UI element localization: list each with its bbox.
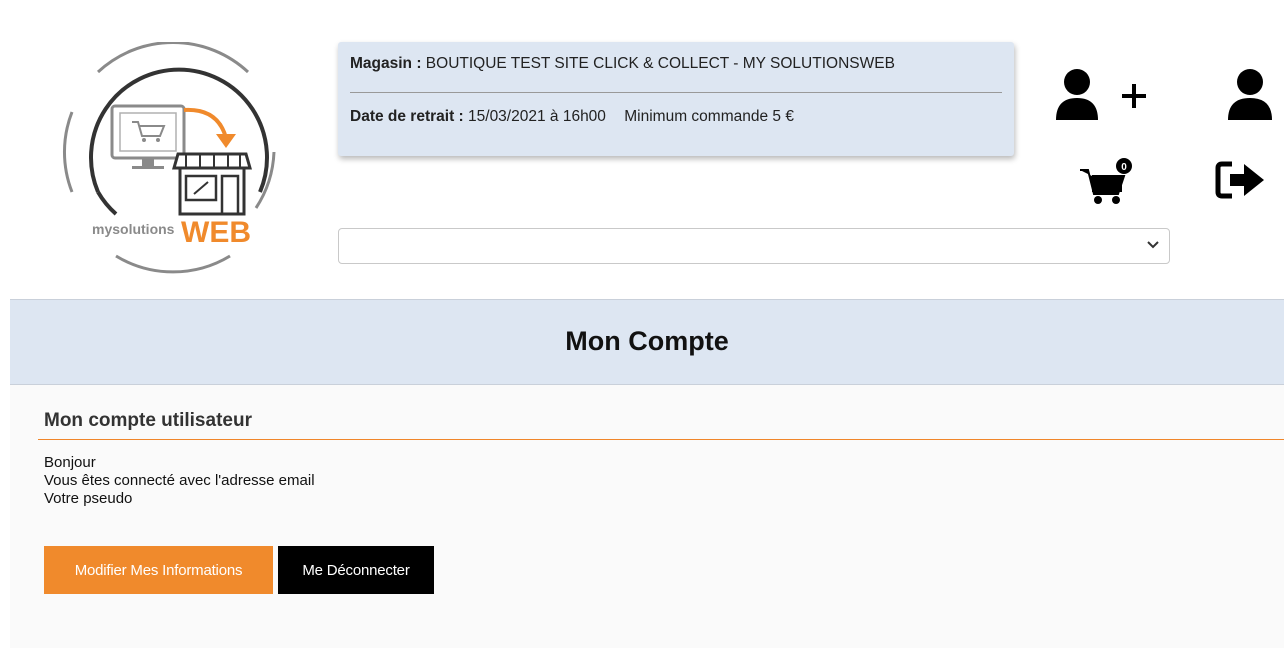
store-info-card: Magasin : BOUTIQUE TEST SITE CLICK & COL… xyxy=(338,42,1014,156)
header: mysolutions WEB Magasin : BOUTIQUE TEST … xyxy=(10,12,1284,299)
pseudo-text: Votre pseudo xyxy=(44,490,133,507)
pickup-date-value: 15/03/2021 à 16h00 xyxy=(468,108,606,125)
account-section-title: Mon compte utilisateur xyxy=(44,410,252,431)
logout-icon[interactable] xyxy=(1214,160,1270,200)
store-name: BOUTIQUE TEST SITE CLICK & COLLECT - MY … xyxy=(425,55,895,72)
site-logo[interactable]: mysolutions WEB xyxy=(58,42,288,274)
store-line: Magasin : BOUTIQUE TEST SITE CLICK & COL… xyxy=(350,55,895,73)
logo-text-left: mysolutions xyxy=(92,221,175,237)
store-select[interactable] xyxy=(338,228,1170,264)
email-text: Vous êtes connecté avec l'adresse email xyxy=(44,472,315,489)
store-divider xyxy=(350,92,1002,93)
page: mysolutions WEB Magasin : BOUTIQUE TEST … xyxy=(10,12,1284,648)
cart-count: 0 xyxy=(1121,162,1127,173)
pickup-date-line: Date de retrait : 15/03/2021 à 16h00 Min… xyxy=(350,108,794,126)
edit-info-button[interactable]: Modifier Mes Informations xyxy=(44,546,273,594)
section-divider xyxy=(38,439,1284,440)
logout-button[interactable]: Me Déconnecter xyxy=(278,546,434,594)
page-title-band: Mon Compte xyxy=(10,299,1284,385)
minimum-order: Minimum commande 5 € xyxy=(624,108,794,125)
user-icon[interactable] xyxy=(1218,68,1278,122)
page-title: Mon Compte xyxy=(565,326,729,356)
chevron-down-icon xyxy=(1147,241,1159,249)
add-user-icon[interactable] xyxy=(1050,68,1150,122)
pickup-date-label: Date de retrait : xyxy=(350,108,464,125)
greeting-text: Bonjour xyxy=(44,454,96,471)
logo-text-right: WEB xyxy=(181,216,251,249)
account-info: Bonjour Vous êtes connecté avec l'adress… xyxy=(44,454,315,508)
store-label: Magasin : xyxy=(350,55,422,72)
cart-icon[interactable]: 0 xyxy=(1074,156,1138,208)
